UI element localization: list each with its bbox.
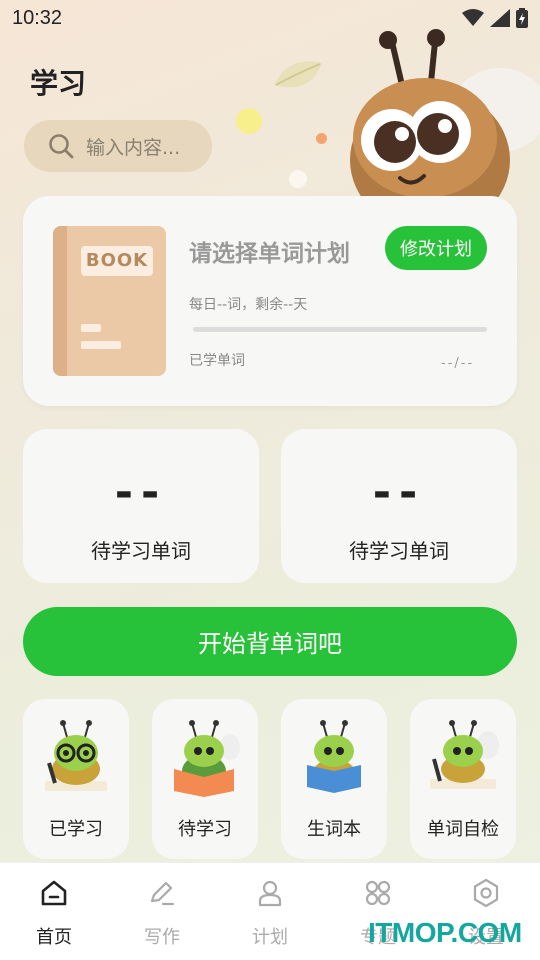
decor-dot-orange <box>316 133 327 144</box>
pending-words-card-2[interactable]: -- 待学习单词 <box>281 429 517 583</box>
search-input[interactable]: 输入内容... <box>24 120 212 172</box>
user-icon <box>258 880 282 907</box>
decor-dot-yellow <box>236 108 262 134</box>
tab-home[interactable]: 首页 <box>0 863 108 960</box>
quick-action-vocab-book[interactable]: 生词本 <box>281 699 387 859</box>
quick-action-label: 生词本 <box>307 819 361 840</box>
bee-reading-icon <box>174 720 240 797</box>
grid-icon <box>365 880 391 906</box>
learned-words-count: --/-- <box>441 356 475 371</box>
daily-words-text: 每日--词，剩余--天 <box>189 297 308 313</box>
bee-writing-icon <box>430 720 499 789</box>
bee-glasses-icon <box>45 720 107 791</box>
decor-dot-white <box>289 170 307 188</box>
book-icon: BOOK <box>53 226 166 376</box>
bee-book-icon <box>307 720 361 793</box>
leaf-icon <box>274 61 322 88</box>
pen-icon <box>150 881 175 906</box>
quick-action-label: 待学习 <box>178 819 232 840</box>
tab-label: 写作 <box>144 927 180 948</box>
tab-plan[interactable]: 计划 <box>216 863 324 960</box>
stat-value: -- <box>114 467 168 518</box>
quick-action-self-check[interactable]: 单词自检 <box>410 699 516 859</box>
quick-action-pending[interactable]: 待学习 <box>152 699 258 859</box>
plan-card: BOOK 请选择单词计划 修改计划 每日--词，剩余--天 已学单词 --/-- <box>23 196 517 406</box>
pending-words-card-1[interactable]: -- 待学习单词 <box>23 429 259 583</box>
book-label: BOOK <box>81 246 153 276</box>
plan-progress-bar <box>193 327 487 332</box>
tab-writing[interactable]: 写作 <box>108 863 216 960</box>
modify-plan-button[interactable]: 修改计划 <box>385 226 487 270</box>
plan-title[interactable]: 请选择单词计划 <box>189 234 350 268</box>
tab-label: 计划 <box>252 927 288 948</box>
tab-label: 首页 <box>36 927 72 948</box>
search-placeholder: 输入内容... <box>86 136 181 159</box>
quick-action-label: 已学习 <box>49 819 103 840</box>
page-title: 学习 <box>30 67 87 100</box>
status-time: 10:32 <box>12 6 63 29</box>
quick-action-label: 单词自检 <box>427 819 499 840</box>
start-studying-button[interactable]: 开始背单词吧 <box>23 607 517 676</box>
learned-words-label: 已学单词 <box>189 353 245 369</box>
watermark: ITMOP.COM <box>368 917 522 948</box>
quick-action-learned[interactable]: 已学习 <box>23 699 129 859</box>
gear-icon <box>473 878 499 908</box>
search-icon <box>49 134 74 159</box>
stat-label: 待学习单词 <box>91 539 191 563</box>
stat-value: -- <box>372 467 426 518</box>
stat-label: 待学习单词 <box>349 539 449 563</box>
bee-mascot-illustration <box>350 29 540 220</box>
home-icon <box>41 880 67 906</box>
